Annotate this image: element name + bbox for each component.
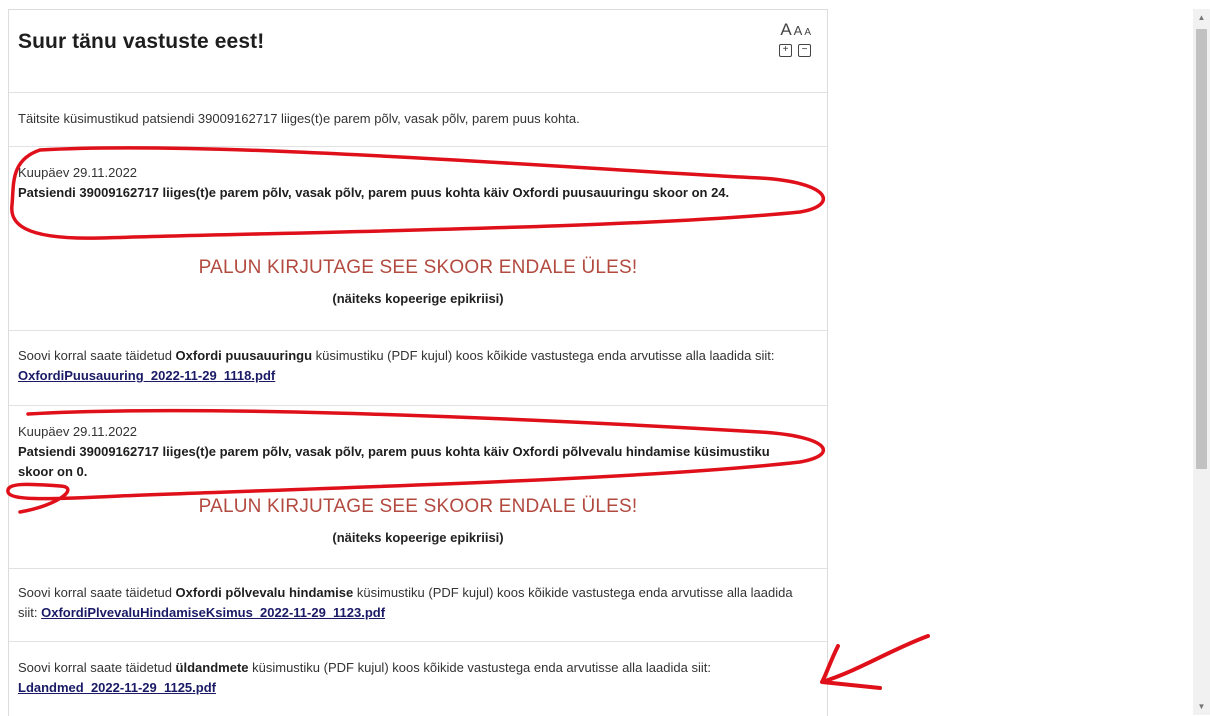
questionnaire-name: Oxfordi puusauuringu <box>175 348 313 363</box>
score-hint: (näiteks kopeerige epikriisi) <box>332 530 504 545</box>
red-arrow-annotation <box>820 634 930 690</box>
download-section-general: Soovi korral saate täidetud üldandmete k… <box>9 642 827 716</box>
score-notice: PALUN KIRJUTAGE SEE SKOOR ENDALE ÜLES! <box>198 257 638 278</box>
intro-section: Täitsite küsimustikud patsiendi 39009162… <box>9 93 827 147</box>
score-section-hip: Kuupäev 29.11.2022 Patsiendi 39009162717… <box>9 147 827 331</box>
font-size-controls: A A A + − <box>779 20 811 57</box>
page-header: Suur tänu vastuste eest! A A A + − <box>9 10 827 93</box>
page-title: Suur tänu vastuste eest! <box>18 30 265 53</box>
pdf-download-link[interactable]: OxfordiPlvevaluHindamiseKsimus_2022-11-2… <box>41 605 385 620</box>
pdf-download-link[interactable]: Ldandmed_2022-11-29_1125.pdf <box>18 680 216 695</box>
zoom-row: + − <box>779 44 811 57</box>
score-hint: (näiteks kopeerige epikriisi) <box>332 291 504 306</box>
scrollbar-thumb[interactable] <box>1196 29 1207 469</box>
download-text: Soovi korral saate täidetud üldandmete k… <box>18 658 813 698</box>
download-pre: Soovi korral saate täidetud <box>18 585 176 600</box>
intro-text: Täitsite küsimustikud patsiendi 39009162… <box>18 111 580 126</box>
font-size-medium-button[interactable]: A <box>794 23 803 38</box>
score-text: Patsiendi 39009162717 liiges(t)e parem p… <box>18 444 770 479</box>
chevron-up-icon[interactable]: ▲ <box>1197 13 1206 22</box>
questionnaire-name: Oxfordi põlvevalu hindamise <box>175 585 354 600</box>
download-section-knee: Soovi korral saate täidetud Oxfordi põlv… <box>9 569 827 642</box>
download-section-hip: Soovi korral saate täidetud Oxfordi puus… <box>9 331 827 406</box>
download-post: küsimustiku (PDF kujul) koos kõikide vas… <box>312 348 775 363</box>
questionnaire-name: üldandmete <box>175 660 249 675</box>
download-pre: Soovi korral saate täidetud <box>18 348 176 363</box>
font-size-large-button[interactable]: A <box>780 20 791 40</box>
score-section-knee: Kuupäev 29.11.2022 Patsiendi 39009162717… <box>9 406 827 569</box>
score-notice: PALUN KIRJUTAGE SEE SKOOR ENDALE ÜLES! <box>198 496 638 517</box>
download-text: Soovi korral saate täidetud Oxfordi puus… <box>18 346 813 386</box>
download-post: küsimustiku (PDF kujul) koos kõikide vas… <box>248 660 711 675</box>
chevron-down-icon[interactable]: ▼ <box>1197 702 1206 711</box>
score-text: Patsiendi 39009162717 liiges(t)e parem p… <box>18 185 730 200</box>
download-pre: Soovi korral saate täidetud <box>18 660 176 675</box>
zoom-out-icon[interactable]: − <box>798 44 811 57</box>
score-date: Kuupäev 29.11.2022 <box>18 424 138 439</box>
download-text: Soovi korral saate täidetud Oxfordi põlv… <box>18 583 813 623</box>
results-panel: Suur tänu vastuste eest! A A A + − Täits… <box>8 9 828 716</box>
pdf-download-link[interactable]: OxfordiPuusauuring_2022-11-29_1118.pdf <box>18 368 275 383</box>
vertical-scrollbar[interactable]: ▲ ▼ <box>1193 9 1210 715</box>
font-size-row: A A A <box>779 20 811 40</box>
score-date: Kuupäev 29.11.2022 <box>18 165 138 180</box>
font-size-small-button[interactable]: A <box>804 27 811 38</box>
zoom-in-icon[interactable]: + <box>779 44 792 57</box>
